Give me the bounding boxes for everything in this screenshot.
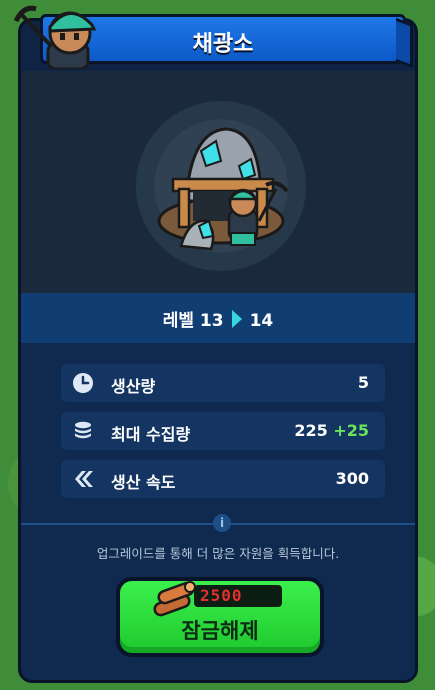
stat-value-number: 225 — [294, 421, 328, 440]
stat-value: 225 +25 — [294, 421, 369, 440]
stat-value: 5 — [358, 373, 369, 392]
stat-bonus: +25 — [333, 421, 369, 440]
level-bar: 레벨 13 14 — [21, 293, 415, 343]
unlock-button[interactable]: 2500 잠금해제 — [116, 577, 324, 657]
clock-icon — [73, 373, 93, 393]
level-prefix: 레벨 — [162, 311, 194, 331]
info-icon: i — [213, 514, 231, 532]
stat-value-number: 300 — [335, 469, 369, 488]
stat-row-max-capacity: 최대 수집량 225 +25 — [61, 412, 385, 450]
level-from: 13 — [199, 311, 224, 331]
cost-amount: 2500 — [200, 586, 243, 605]
speed-chevrons-icon — [75, 471, 93, 487]
cost-bar: 2500 — [194, 585, 282, 607]
stat-label: 생산 속도 — [111, 473, 176, 492]
level-to: 14 — [249, 311, 274, 331]
stat-label: 최대 수집량 — [111, 425, 191, 444]
wood-logs-icon — [153, 581, 196, 617]
stat-row-production: 생산량 5 — [61, 364, 385, 402]
unlock-label: 잠금해제 — [181, 619, 259, 643]
stat-value: 300 — [336, 469, 369, 488]
stat-row-speed: 생산 속도 300 — [61, 460, 385, 498]
info-text: 업그레이드를 통해 더 많은 자원을 획득합니다. — [96, 546, 340, 561]
stat-label: 생산량 — [111, 377, 156, 396]
stat-value-number: 5 — [357, 373, 369, 392]
building-art-area — [21, 71, 415, 311]
mine-building-illustration — [157, 127, 289, 251]
level-arrow-icon — [231, 310, 242, 328]
level-text: 레벨 13 14 — [21, 306, 415, 331]
coin-stack-icon — [75, 421, 91, 439]
miner-avatar — [14, 5, 97, 69]
